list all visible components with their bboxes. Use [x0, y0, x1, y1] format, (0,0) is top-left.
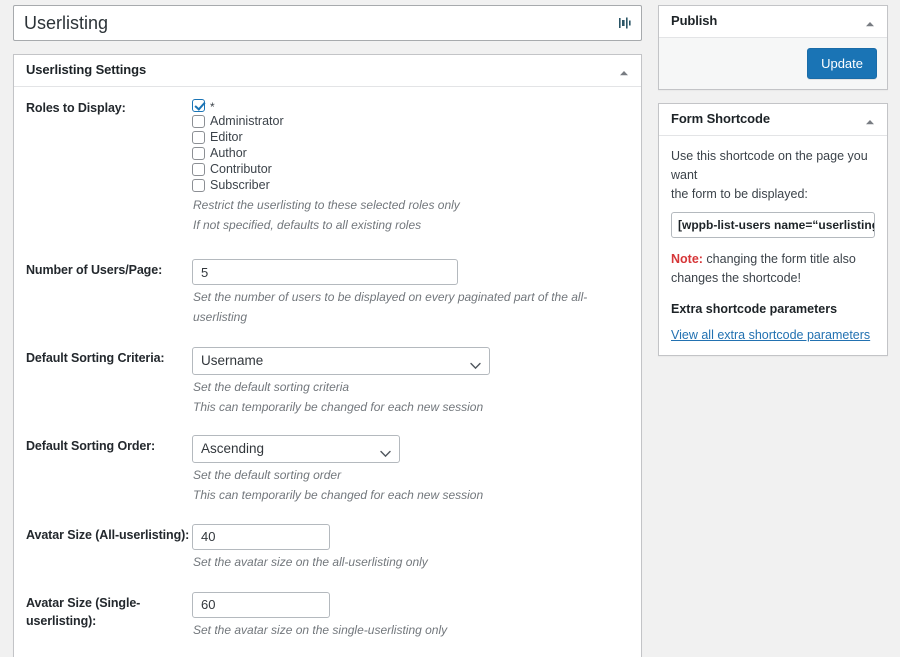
roles-desc-2: If not specified, defaults to all existi… [193, 216, 629, 235]
role-checkbox-subscriber[interactable] [192, 179, 205, 192]
sorting-order-label: Default Sorting Order: [26, 435, 192, 455]
sidebar-column: Publish Update Form Shortcode [658, 5, 888, 369]
view-extra-parameters-link[interactable]: View all extra shortcode parameters [671, 328, 870, 342]
role-label-subscriber: Subscriber [210, 179, 270, 192]
role-option-subscriber[interactable]: Subscriber [192, 177, 629, 193]
avatar-all-desc: Set the avatar size on the all-userlisti… [193, 553, 629, 572]
spacer [26, 640, 629, 657]
sorting-criteria-desc-2: This can temporarily be changed for each… [193, 398, 629, 417]
userlisting-settings-body: Roles to Display: * Administrator Ed [14, 87, 641, 657]
avatar-all-input[interactable] [192, 524, 330, 550]
sorting-order-field: Ascending Set the default sorting order … [192, 435, 629, 505]
bar-chart-icon [618, 16, 632, 30]
roles-field: * Administrator Editor Author [192, 97, 629, 235]
role-label-administrator: Administrator [210, 115, 284, 128]
sorting-order-desc-2: This can temporarily be changed for each… [193, 486, 629, 505]
main-column: Userlisting Settings Roles to Display: * [13, 5, 642, 657]
sorting-criteria-select[interactable]: Username [192, 347, 490, 375]
sorting-order-desc-1: Set the default sorting order [193, 466, 629, 485]
post-title-input[interactable] [14, 6, 641, 40]
publish-header[interactable]: Publish [659, 6, 887, 38]
roles-label: Roles to Display: [26, 97, 192, 117]
avatar-single-input[interactable] [192, 592, 330, 618]
wordpress-admin-screen: Userlisting Settings Roles to Display: * [0, 0, 900, 657]
setting-row-avatar-all: Avatar Size (All-userlisting): Set the a… [26, 524, 629, 572]
sorting-order-select[interactable]: Ascending [192, 435, 400, 463]
sorting-criteria-desc-1: Set the default sorting criteria [193, 378, 629, 397]
sorting-criteria-select-wrap[interactable]: Username [192, 347, 490, 375]
sorting-criteria-field: Username Set the default sorting criteri… [192, 347, 629, 417]
userlisting-settings-panel: Userlisting Settings Roles to Display: * [13, 54, 642, 657]
avatar-all-label: Avatar Size (All-userlisting): [26, 524, 192, 544]
caret-up-icon[interactable] [865, 115, 875, 125]
spacer [26, 572, 629, 592]
form-shortcode-panel: Form Shortcode Use this shortcode on the… [658, 103, 888, 356]
userlisting-settings-header[interactable]: Userlisting Settings [14, 55, 641, 87]
roles-desc-1: Restrict the userlisting to these select… [193, 196, 629, 215]
role-checkbox-all[interactable] [192, 99, 205, 112]
users-per-page-input[interactable] [192, 259, 458, 285]
role-checkbox-administrator[interactable] [192, 115, 205, 128]
spacer [26, 327, 629, 347]
form-shortcode-title: Form Shortcode [671, 110, 770, 128]
role-option-contributor[interactable]: Contributor [192, 161, 629, 177]
role-option-author[interactable]: Author [192, 145, 629, 161]
role-label-author: Author [210, 147, 247, 160]
shortcode-note: Note: changing the form title also chang… [671, 250, 875, 288]
role-checkbox-author[interactable] [192, 147, 205, 160]
setting-row-sorting-criteria: Default Sorting Criteria: Username [26, 347, 629, 417]
spacer [26, 235, 629, 259]
avatar-single-desc: Set the avatar size on the single-userli… [193, 621, 629, 640]
spacer [26, 506, 629, 524]
users-per-page-label: Number of Users/Page: [26, 259, 192, 279]
role-option-administrator[interactable]: Administrator [192, 113, 629, 129]
role-checkbox-contributor[interactable] [192, 163, 205, 176]
caret-up-icon[interactable] [619, 66, 629, 76]
setting-row-roles: Roles to Display: * Administrator Ed [26, 97, 629, 235]
publish-title: Publish [671, 12, 717, 30]
role-checkbox-editor[interactable] [192, 131, 205, 144]
setting-row-sorting-order: Default Sorting Order: Ascending [26, 435, 629, 505]
note-label: Note: [671, 252, 703, 266]
role-label-all: * [210, 101, 215, 113]
setting-row-avatar-single: Avatar Size (Single-userlisting): Set th… [26, 592, 629, 640]
setting-row-users-per-page: Number of Users/Page: Set the number of … [26, 259, 629, 326]
role-label-editor: Editor [210, 131, 243, 144]
update-button[interactable]: Update [807, 48, 877, 79]
shortcode-intro-line-1: Use this shortcode on the page you want [671, 147, 875, 185]
users-per-page-desc: Set the number of users to be displayed … [193, 288, 629, 326]
shortcode-intro-line-2: the form to be displayed: [671, 185, 875, 204]
avatar-single-field: Set the avatar size on the single-userli… [192, 592, 629, 640]
spacer [26, 417, 629, 435]
shortcode-value[interactable]: [wppb-list-users name=“userlisting”] [671, 212, 875, 238]
role-option-all[interactable]: * [192, 97, 629, 113]
extra-parameters-heading: Extra shortcode parameters [671, 302, 875, 316]
sorting-order-select-wrap[interactable]: Ascending [192, 435, 400, 463]
sorting-criteria-label: Default Sorting Criteria: [26, 347, 192, 367]
publish-panel: Publish Update [658, 5, 888, 90]
role-label-contributor: Contributor [210, 163, 272, 176]
publish-body: Update [659, 38, 887, 89]
caret-up-icon[interactable] [865, 17, 875, 27]
role-option-editor[interactable]: Editor [192, 129, 629, 145]
avatar-all-field: Set the avatar size on the all-userlisti… [192, 524, 629, 572]
form-shortcode-header[interactable]: Form Shortcode [659, 104, 887, 136]
users-per-page-field: Set the number of users to be displayed … [192, 259, 629, 326]
post-title-field[interactable] [13, 5, 642, 41]
form-shortcode-body: Use this shortcode on the page you want … [659, 136, 887, 355]
userlisting-settings-title: Userlisting Settings [26, 61, 146, 79]
avatar-single-label: Avatar Size (Single-userlisting): [26, 592, 192, 630]
